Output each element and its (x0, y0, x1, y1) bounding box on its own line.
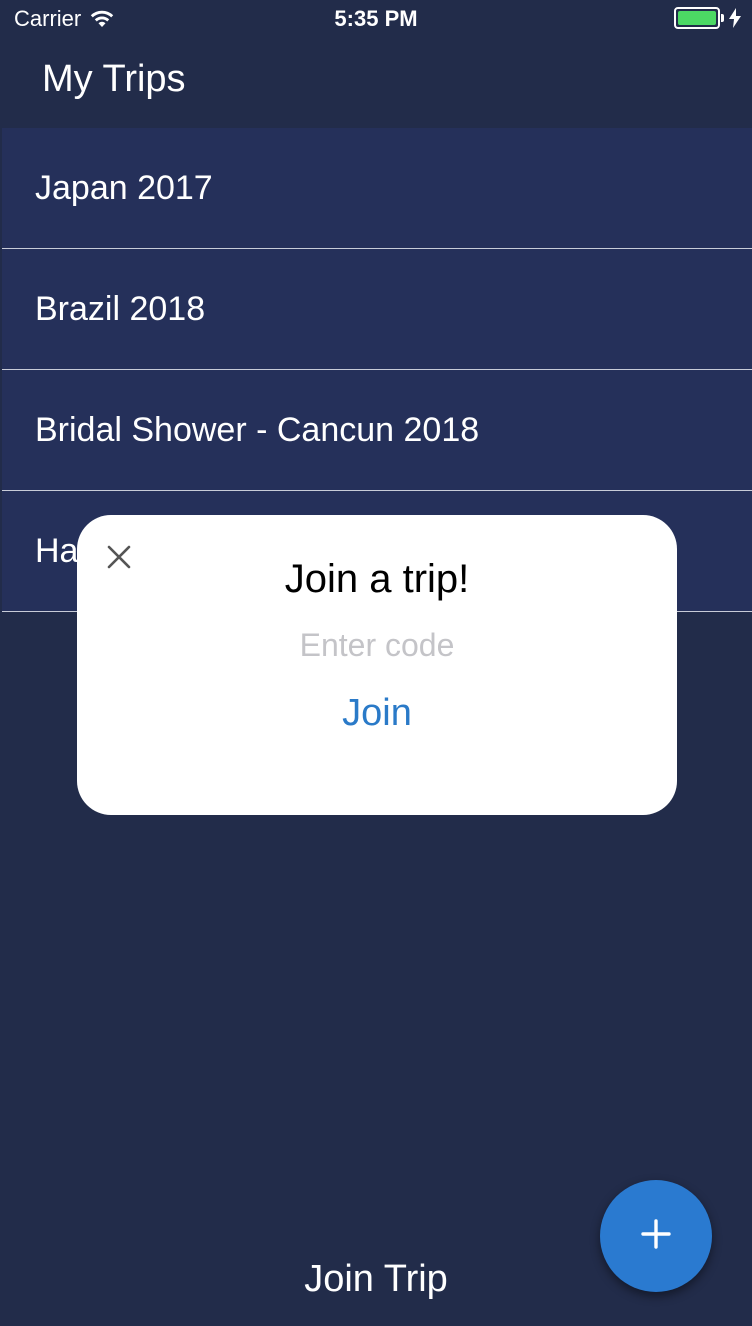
trip-item-label: Ha (35, 531, 79, 570)
trip-item-japan[interactable]: Japan 2017 (2, 128, 752, 249)
battery-indicator (674, 7, 742, 29)
bolt-icon (728, 8, 742, 28)
code-input[interactable] (227, 623, 527, 667)
trip-item-label: Bridal Shower - Cancun 2018 (35, 410, 480, 449)
battery-tip (721, 14, 724, 22)
trip-item-label: Japan 2017 (35, 168, 213, 207)
join-trip-modal: Join a trip! Join (77, 515, 677, 815)
header: My Trips (0, 40, 752, 128)
join-button[interactable]: Join (307, 687, 447, 739)
plus-icon (640, 1218, 672, 1255)
status-time: 5:35 PM (334, 6, 418, 31)
modal-title: Join a trip! (284, 557, 470, 601)
add-trip-button[interactable] (600, 1180, 712, 1292)
trip-item-bridal-shower[interactable]: Bridal Shower - Cancun 2018 (2, 370, 752, 491)
trip-item-label: Brazil 2018 (35, 289, 206, 328)
battery-fill (678, 11, 716, 25)
page-title: My Trips (42, 58, 186, 100)
battery-icon (674, 7, 720, 29)
status-bar: Carrier 5:35 PM (0, 0, 752, 40)
trip-item-brazil[interactable]: Brazil 2018 (2, 249, 752, 370)
app-screen: Carrier 5:35 PM My Trips Japan 2017 Braz… (0, 0, 752, 1326)
